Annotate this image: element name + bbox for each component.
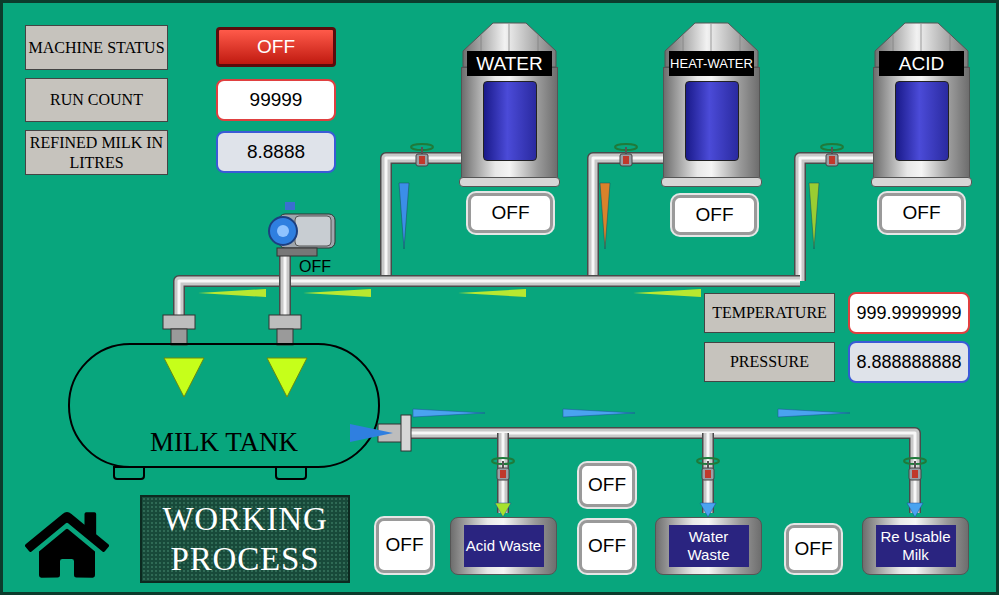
valve-icon[interactable]	[817, 141, 847, 171]
counter-label: REFINED MILK IN LITRES	[25, 130, 168, 175]
milk-tank: MILK TANK	[68, 343, 380, 468]
tank-label: MILK TANK	[150, 429, 298, 456]
reading-label: PRESSURE	[704, 342, 835, 382]
silo-label: HEAT-WATER	[669, 51, 754, 76]
off-button[interactable]: OFF	[468, 193, 553, 233]
valve-icon[interactable]	[407, 141, 437, 171]
reading-value: 999.9999999	[848, 292, 970, 334]
valve-icon[interactable]	[693, 455, 723, 485]
outlet-tank: Acid Waste	[450, 517, 557, 575]
silo-window	[483, 81, 537, 161]
home-button[interactable]	[25, 503, 109, 578]
silo-base	[459, 177, 560, 187]
outlet-label: Re Usable Milk	[876, 525, 956, 567]
counter-value: 99999	[216, 79, 336, 121]
pump-icon[interactable]	[265, 196, 347, 260]
valve-icon[interactable]	[611, 141, 641, 171]
home-icon[interactable]	[25, 503, 109, 587]
reading-value: 8.888888888	[848, 341, 970, 383]
machine-status-button[interactable]: OFF	[216, 27, 336, 67]
pump-state: OFF	[299, 259, 331, 275]
outlet-tank: Re Usable Milk	[862, 517, 969, 575]
outlet-label: Acid Waste	[464, 525, 544, 567]
silo-base	[871, 177, 972, 187]
silo: HEAT-WATER	[663, 21, 760, 189]
counter-label: RUN COUNT	[25, 78, 168, 122]
outlet-tank: Water Waste	[655, 517, 762, 575]
outlet-label: Water Waste	[669, 525, 749, 567]
counter-value: 8.8888	[216, 131, 336, 173]
page-title: WORKING PROCESS	[140, 495, 350, 583]
silo-label: WATER	[467, 51, 552, 76]
silo-window	[685, 81, 739, 161]
off-button[interactable]: OFF	[786, 525, 841, 573]
tank-leg	[113, 466, 145, 480]
tank-leg	[275, 466, 307, 480]
status-label: MACHINE STATUS	[25, 25, 168, 70]
off-button[interactable]: OFF	[579, 463, 635, 507]
off-button[interactable]: OFF	[879, 193, 964, 233]
hmi-screen: WATER HEAT-WATER ACID OFF OFF OFF MACHINE STAT…	[0, 0, 999, 595]
silo: WATER	[461, 21, 558, 189]
reading-label: TEMPERATURE	[704, 293, 835, 333]
off-button[interactable]: OFF	[579, 520, 635, 573]
off-button[interactable]: OFF	[376, 518, 433, 573]
valve-icon[interactable]	[488, 455, 518, 485]
valve-icon[interactable]	[900, 455, 930, 485]
silo-base	[661, 177, 762, 187]
silo: ACID	[873, 21, 970, 189]
silo-window	[895, 81, 949, 161]
silo-label: ACID	[879, 51, 964, 76]
off-button[interactable]: OFF	[672, 195, 757, 235]
